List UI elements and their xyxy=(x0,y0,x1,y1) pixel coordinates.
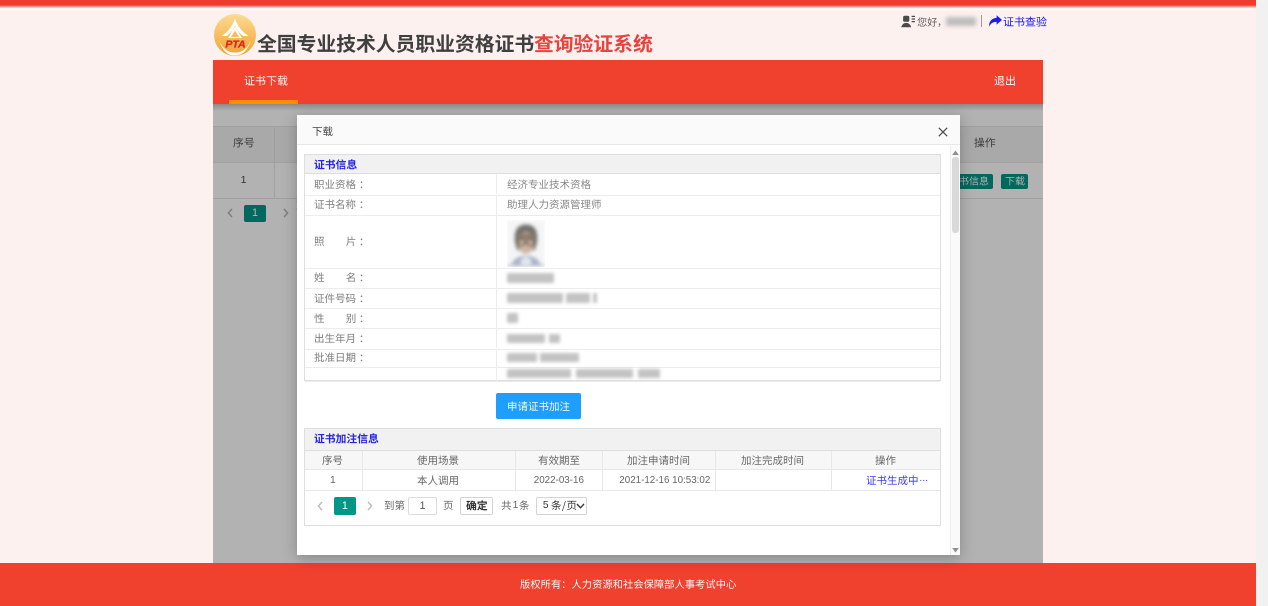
svg-text:PTA: PTA xyxy=(225,39,245,51)
